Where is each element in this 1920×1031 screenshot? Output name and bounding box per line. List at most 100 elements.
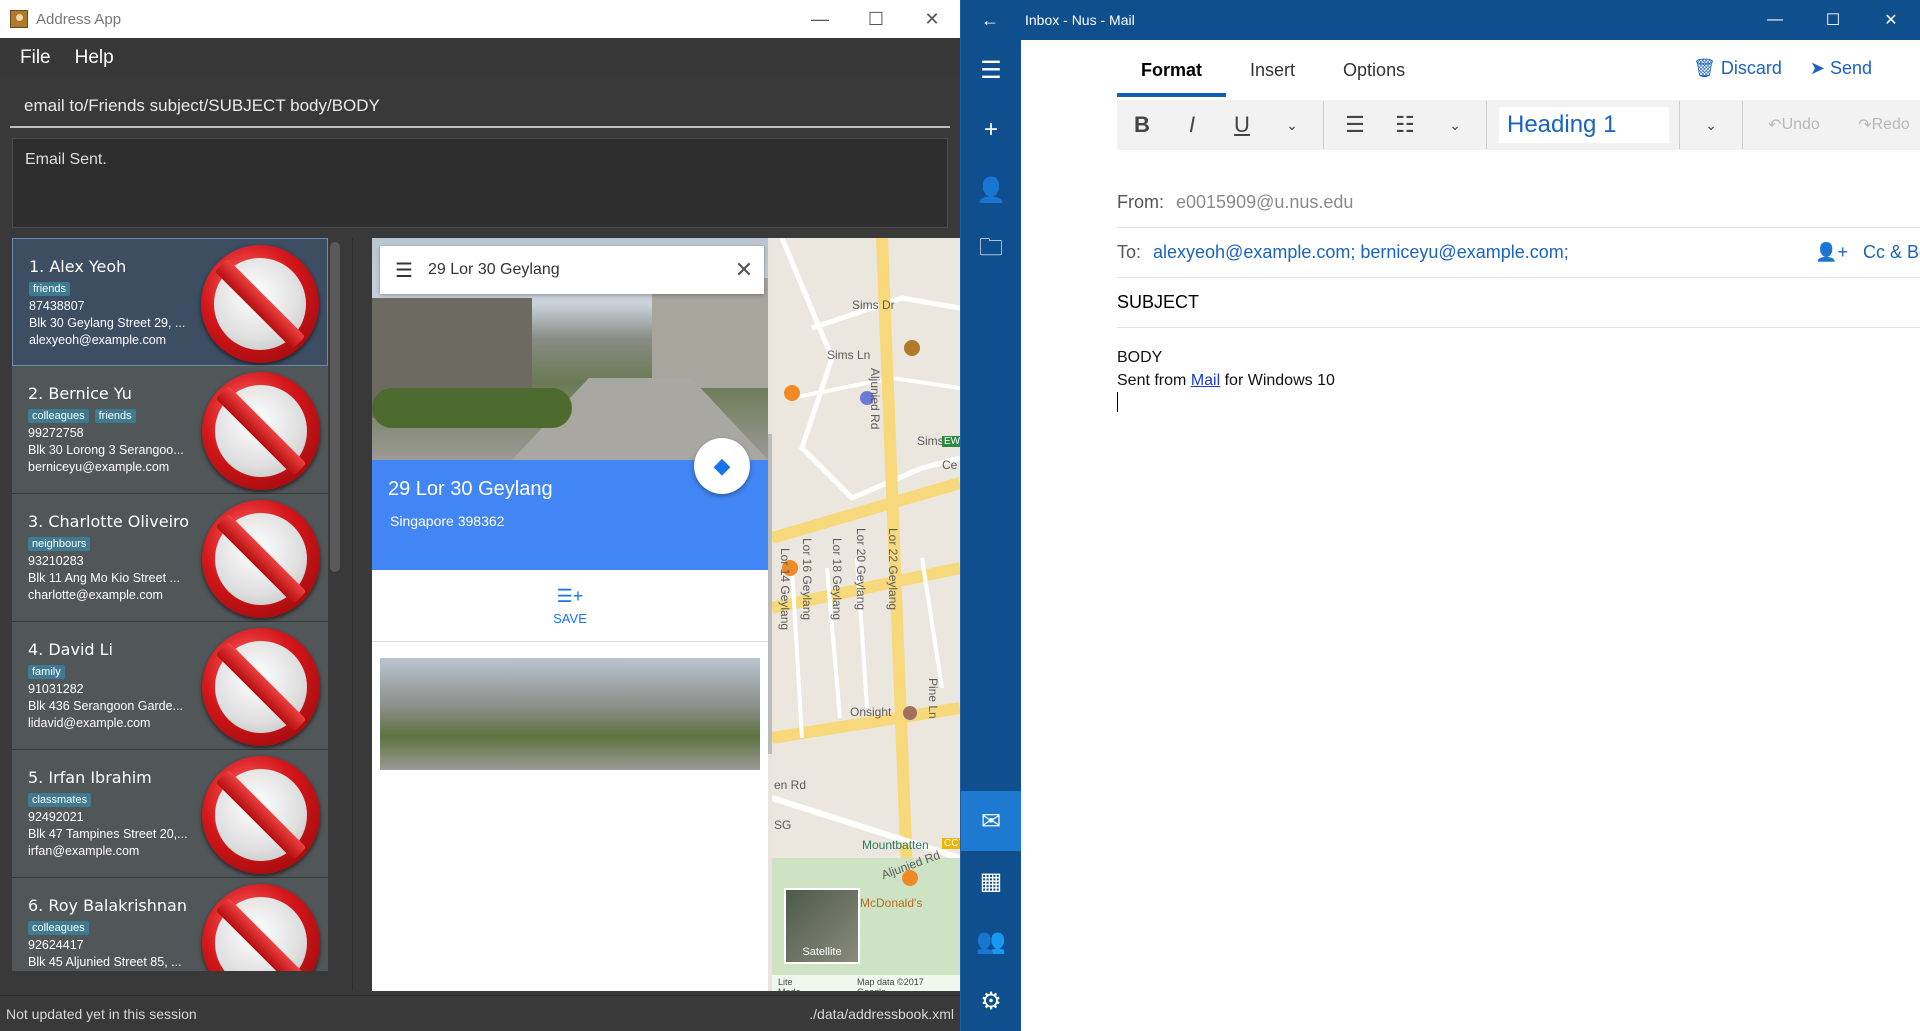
menu-file[interactable]: File xyxy=(20,47,51,69)
mail-link[interactable]: Mail xyxy=(1191,372,1220,389)
mail-window-title: Inbox - Nus - Mail xyxy=(1025,12,1135,28)
font-options-chevron-icon[interactable]: ⌄ xyxy=(1267,100,1317,150)
close-icon[interactable]: ✕ xyxy=(724,257,764,283)
paragraph-chevron-icon[interactable]: ⌄ xyxy=(1430,100,1480,150)
browser-panel: Sims Dr Sims Ln Aljunied Rd Sims A Lor 2… xyxy=(372,238,960,991)
format-toolbar: B I U ⌄ ☰ ☷ ⌄ Heading 1 ⌄ ↶ Undo ↷ Redo xyxy=(1117,100,1920,150)
discard-label: Discard xyxy=(1720,58,1782,78)
map-label: Lor 20 Geylang xyxy=(854,528,868,611)
new-mail-icon[interactable]: + xyxy=(961,100,1021,160)
menu-bar: File Help xyxy=(0,38,960,78)
subject-field[interactable]: SUBJECT xyxy=(1117,292,1199,313)
map-search-bar[interactable]: ☰ 29 Lor 30 Geylang ✕ xyxy=(380,246,764,294)
maximize-button[interactable]: ☐ xyxy=(1804,10,1862,30)
calendar-icon[interactable]: ▦ xyxy=(961,851,1021,911)
body-editor[interactable]: BODY Sent from Mail for Windows 10 xyxy=(1117,346,1335,419)
minimize-button[interactable]: — xyxy=(1746,11,1804,29)
map-label: Lor 16 Geylang xyxy=(800,538,814,621)
hamburger-icon[interactable]: ☰ xyxy=(961,40,1021,100)
underline-button[interactable]: U xyxy=(1217,100,1267,150)
bullets-button[interactable]: ☰ xyxy=(1330,100,1380,150)
numbering-button[interactable]: ☷ xyxy=(1380,100,1430,150)
settings-gear-icon[interactable]: ⚙ xyxy=(961,971,1021,1031)
maximize-button[interactable]: ☐ xyxy=(848,0,904,38)
directions-button[interactable]: ◆ xyxy=(694,438,750,494)
map-label: Lor 22 Geylang xyxy=(886,528,900,611)
menu-icon[interactable]: ☰ xyxy=(380,258,428,283)
address-app-icon xyxy=(10,10,28,28)
map-label: Pine Ln xyxy=(926,678,940,719)
person-card[interactable]: 4. David Li family 91031282 Blk 436 Sera… xyxy=(12,622,328,750)
accounts-icon[interactable]: 👤 xyxy=(961,160,1021,220)
prohibited-icon xyxy=(202,756,320,874)
text-caret xyxy=(1117,392,1118,412)
tab-format[interactable]: Format xyxy=(1117,50,1227,97)
save-list-icon: ☰+ xyxy=(556,586,584,606)
photo-thumbnail[interactable] xyxy=(380,658,760,770)
trash-icon: 🗑 xyxy=(1692,58,1721,78)
tab-options[interactable]: Options xyxy=(1319,50,1429,97)
folders-icon[interactable]: 🗀 xyxy=(961,220,1021,280)
command-input[interactable]: email to/Friends subject/SUBJECT body/BO… xyxy=(10,82,950,128)
to-field[interactable]: alexyeoh@example.com; berniceyu@example.… xyxy=(1153,242,1569,263)
person-index: 6. xyxy=(28,896,44,915)
body-text: BODY xyxy=(1117,349,1163,366)
lite-mode-label: Lite Mode xyxy=(778,977,801,991)
split-divider[interactable] xyxy=(352,238,353,991)
undo-button[interactable]: ↶ Undo xyxy=(1749,100,1839,150)
menu-help[interactable]: Help xyxy=(75,47,114,69)
person-name-text: Roy Balakrishnan xyxy=(48,896,187,915)
italic-button[interactable]: I xyxy=(1167,100,1217,150)
save-button[interactable]: ☰+ SAVE xyxy=(372,570,768,642)
person-phone: 91031282 xyxy=(28,682,84,696)
panel-scrollbar[interactable] xyxy=(768,434,772,754)
person-index: 3. xyxy=(28,512,44,531)
person-list-scrollbar[interactable] xyxy=(330,242,340,572)
close-button[interactable]: ✕ xyxy=(904,0,960,38)
person-card[interactable]: 3. Charlotte Oliveiro neighbours 9321028… xyxy=(12,494,328,622)
person-email: charlotte@example.com xyxy=(28,588,163,602)
person-card[interactable]: 5. Irfan Ibrahim classmates 92492021 Blk… xyxy=(12,750,328,878)
window-title: Address App xyxy=(36,10,122,28)
tag-badge: neighbours xyxy=(28,537,91,551)
person-name-text: Charlotte Oliveiro xyxy=(48,512,190,531)
from-field[interactable]: e0015909@u.nus.edu xyxy=(1176,192,1353,213)
mail-icon[interactable]: ✉ xyxy=(961,791,1021,851)
person-address: Blk 30 Geylang Street 29, ... xyxy=(29,316,186,330)
ribbon-tabs: Format Insert Options xyxy=(1117,50,1429,97)
tab-insert[interactable]: Insert xyxy=(1226,50,1319,97)
person-address: Blk 30 Lorong 3 Serangoo... xyxy=(28,443,184,457)
place-postal: Singapore 398362 xyxy=(390,513,505,529)
style-chevron-icon[interactable]: ⌄ xyxy=(1686,100,1736,150)
discard-button[interactable]: 🗑 Discard xyxy=(1693,58,1782,79)
person-name-text: Bernice Yu xyxy=(48,384,132,403)
close-button[interactable]: ✕ xyxy=(1862,10,1920,30)
map-label: Sims Dr xyxy=(852,298,895,312)
map-label: Aljunied Rd xyxy=(868,368,882,430)
map-label: Mountbatten xyxy=(862,838,929,852)
person-phone: 87438807 xyxy=(29,299,85,313)
map-search-input[interactable]: 29 Lor 30 Geylang xyxy=(428,261,724,279)
map-view[interactable]: Sims Dr Sims Ln Aljunied Rd Sims A Lor 2… xyxy=(772,238,960,991)
bold-button[interactable]: B xyxy=(1117,100,1167,150)
minimize-button[interactable]: — xyxy=(792,0,848,38)
person-address: Blk 436 Serangoon Garde... xyxy=(28,699,183,713)
person-card[interactable]: 1. Alex Yeoh friends 87438807 Blk 30 Gey… xyxy=(12,238,328,366)
people-icon[interactable]: 👥 xyxy=(961,911,1021,971)
prohibited-icon xyxy=(201,245,319,363)
satellite-toggle[interactable]: Satellite xyxy=(784,888,860,964)
send-button[interactable]: ➤ Send xyxy=(1810,58,1872,79)
person-card[interactable]: 6. Roy Balakrishnan colleagues 92624417 … xyxy=(12,878,328,971)
style-select[interactable]: Heading 1 xyxy=(1499,107,1669,143)
save-location: ./data/addressbook.xml xyxy=(809,1005,954,1022)
redo-button[interactable]: ↷ Redo xyxy=(1839,100,1920,150)
ribbon-actions: 🗑 Discard ➤ Send xyxy=(1693,58,1872,79)
tag-badge: colleagues xyxy=(28,921,89,935)
map-label: EW xyxy=(942,436,960,447)
person-list[interactable]: 1. Alex Yeoh friends 87438807 Blk 30 Gey… xyxy=(12,238,328,971)
tag-badge: family xyxy=(28,665,65,679)
back-arrow-icon[interactable]: ← xyxy=(961,10,1019,31)
cc-bcc-button[interactable]: 👤+ Cc & Bcc xyxy=(1815,242,1920,263)
person-email: irfan@example.com xyxy=(28,844,140,858)
person-card[interactable]: 2. Bernice Yu colleagues friends 99272758… xyxy=(12,366,328,494)
